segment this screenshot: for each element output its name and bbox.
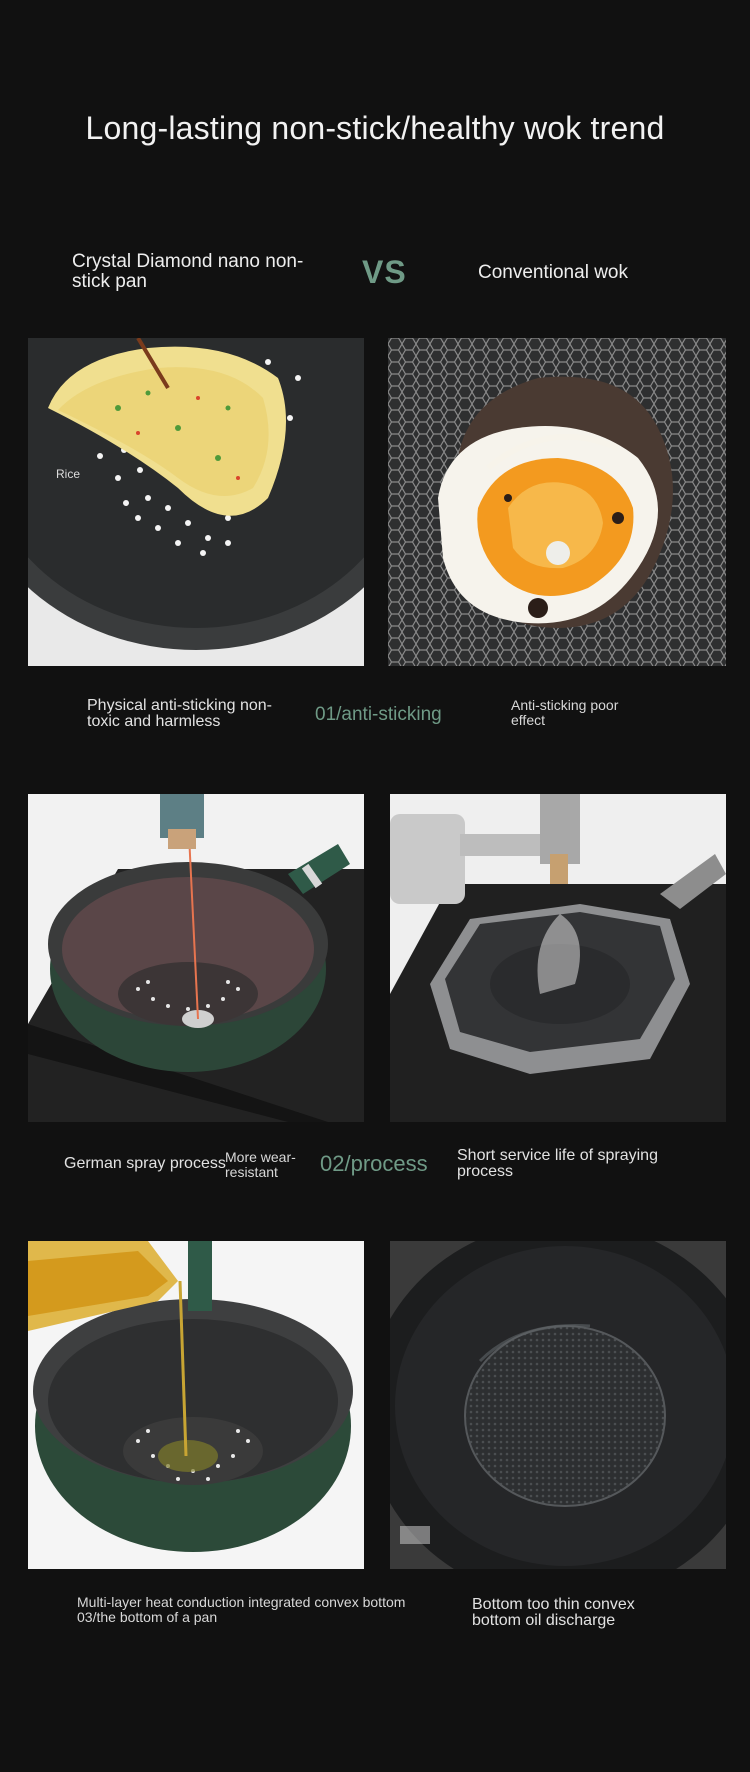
page-title: Long-lasting non-stick/healthy wok trend (85, 110, 665, 146)
wear-resistant-caption: More wear-resistant (225, 1149, 296, 1180)
convex-bottom-caption: Multi-layer heat conduction integrated c… (77, 1594, 406, 1610)
anti-sticking-drawback-caption: Anti-sticking poor effect (511, 697, 619, 728)
rice-label: Rice (56, 467, 81, 481)
oil-pour-pan-photo (28, 1241, 364, 1569)
thin-bottom-wok-photo (390, 1241, 726, 1569)
process-section-label: 02/process (320, 1151, 428, 1176)
spray-process-pan-photo (28, 794, 364, 1122)
anti-sticking-section-label: 01/anti-sticking (315, 704, 442, 725)
omelette-pan-photo (28, 338, 364, 666)
conventional-spray-pan-photo (390, 794, 726, 1122)
thin-bottom-caption: Bottom too thin convex bottom oil discha… (472, 1596, 635, 1629)
spray-service-life-caption: Short service life of spraying process (457, 1147, 658, 1180)
vs-label: VS (362, 254, 407, 290)
spray-process-caption: German spray process (64, 1155, 226, 1172)
fried-egg-photo (388, 338, 726, 666)
conventional-wok-label: Conventional wok (478, 262, 628, 283)
pan-bottom-section-label: 03/the bottom of a pan (77, 1609, 218, 1625)
anti-sticking-advantage-caption: Physical anti-sticking non-toxic and har… (87, 697, 272, 730)
nonstick-pan-label: Crystal Diamond nano non-stick pan (72, 251, 304, 292)
